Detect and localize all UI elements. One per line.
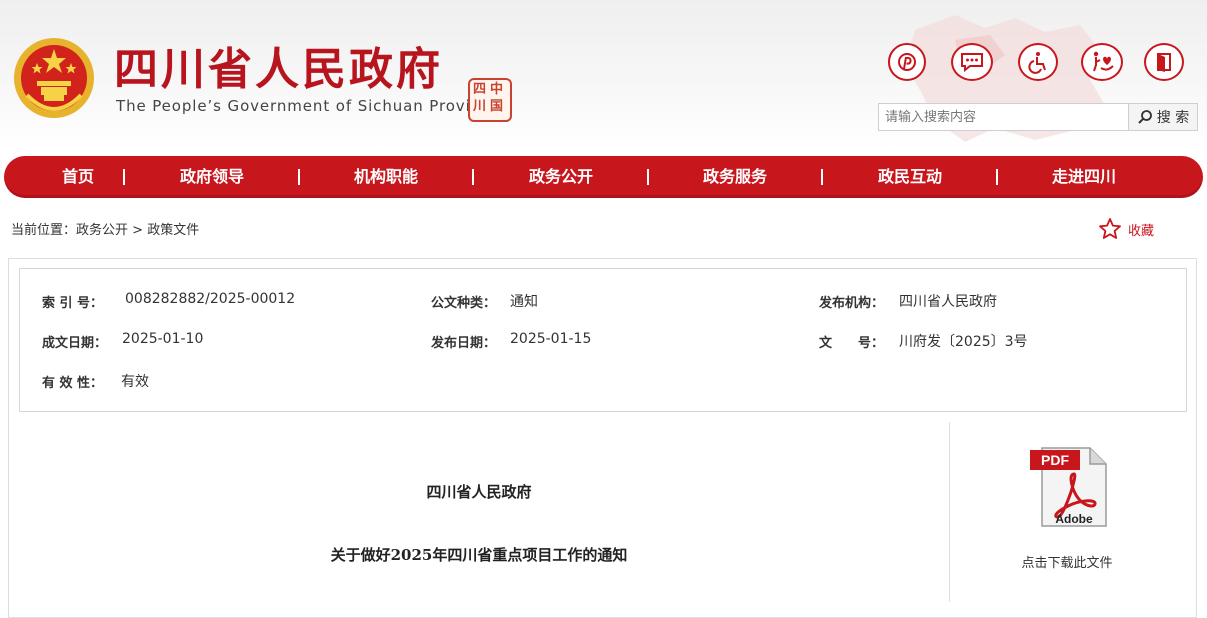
seal-char: 四: [473, 82, 487, 97]
document-meta-box: 索 引 号： 008282882/2025-00012 公文种类： 通知 发布机…: [19, 268, 1187, 412]
accessibility-button[interactable]: [1018, 43, 1058, 81]
breadcrumb-link-policy-docs[interactable]: 政策文件: [147, 223, 199, 238]
nav-separator: [123, 169, 125, 185]
download-file-link[interactable]: 点击下载此文件: [1021, 552, 1112, 571]
written-date-value: 2025-01-10: [122, 331, 204, 347]
site-title: 四川省人民政府: [114, 44, 443, 95]
nav-item-institutions[interactable]: 机构职能: [354, 156, 418, 198]
nav-item-leaders[interactable]: 政府领导: [180, 156, 244, 198]
pinterest-style-button[interactable]: [888, 43, 926, 81]
national-emblem-logo: [14, 38, 94, 118]
doc-no-value: 川府发〔2025〕3号: [899, 334, 1028, 350]
document-title: 关于做好2025年四川省重点项目工作的通知: [330, 546, 628, 564]
doc-type-label: 公文种类：: [431, 296, 497, 311]
index-no-label: 索 引 号：: [42, 296, 104, 311]
doc-type-value: 通知: [510, 294, 538, 310]
site-subtitle: The People’s Government of Sichuan Provi…: [116, 97, 501, 115]
search-button[interactable]: 搜 索: [1128, 104, 1197, 130]
pdf-badge-text: PDF: [1041, 452, 1069, 468]
index-no-value: 008282882/2025-00012: [125, 291, 296, 307]
elder-care-icon: [1093, 51, 1114, 72]
doc-no-label: 文 号：: [819, 336, 885, 351]
validity-label: 有 效 性：: [42, 376, 104, 391]
adobe-label: Adobe: [1055, 512, 1093, 526]
main-nav: 首页 政府领导 机构职能 政务公开 政务服务 政民互动 走进四川: [4, 156, 1203, 198]
exit-button[interactable]: [1144, 43, 1184, 81]
breadcrumb-prefix: 当前位置：: [11, 223, 77, 238]
nav-separator: [298, 169, 300, 185]
issuer-label: 发布机构：: [819, 296, 885, 311]
favorite-label: 收藏: [1128, 223, 1155, 239]
nav-item-gov-affairs[interactable]: 政务公开: [529, 156, 593, 198]
star-icon: [1099, 218, 1121, 239]
search-input[interactable]: [879, 104, 1141, 130]
china-sichuan-seal-logo: 中 国 四 川: [468, 78, 512, 122]
seal-char: 中: [490, 82, 504, 97]
search-icon: [1138, 110, 1152, 124]
column-divider: [949, 422, 950, 602]
nav-item-services[interactable]: 政务服务: [703, 156, 767, 198]
nav-item-interaction[interactable]: 政民互动: [878, 156, 942, 198]
document-issuer-heading: 四川省人民政府: [426, 483, 532, 501]
nav-item-sichuan[interactable]: 走进四川: [1052, 156, 1116, 198]
seal-char: 川: [473, 99, 487, 114]
breadcrumb-separator: >: [132, 223, 144, 238]
publish-date-value: 2025-01-15: [510, 331, 592, 347]
search-button-label: 搜 索: [1156, 110, 1190, 126]
breadcrumb: 当前位置：政务公开 > 政策文件: [11, 219, 199, 238]
written-date-label: 成文日期：: [42, 336, 108, 351]
accessibility-icon: [1028, 52, 1046, 74]
message-icon: [961, 53, 983, 73]
breadcrumb-link-gov-affairs[interactable]: 政务公开: [76, 223, 128, 238]
nav-separator: [647, 169, 649, 185]
message-button[interactable]: [951, 43, 993, 81]
site-header: 四川省人民政府 The People’s Government of Sichu…: [0, 0, 1207, 150]
nav-separator: [996, 169, 998, 185]
elder-care-button[interactable]: [1081, 43, 1123, 81]
exit-door-icon: [1157, 53, 1171, 72]
pinterest-style-icon: [898, 53, 916, 71]
issuer-value: 四川省人民政府: [899, 294, 997, 310]
search-box: 搜 索: [878, 103, 1198, 131]
favorite-button[interactable]: 收藏: [1098, 217, 1154, 241]
nav-item-home[interactable]: 首页: [62, 156, 94, 198]
validity-value: 有效: [121, 374, 149, 390]
nav-separator: [472, 169, 474, 185]
pdf-file-icon[interactable]: PDF Adobe: [1028, 444, 1110, 528]
seal-char: 国: [490, 99, 504, 114]
nav-separator: [821, 169, 823, 185]
publish-date-label: 发布日期：: [431, 336, 497, 351]
